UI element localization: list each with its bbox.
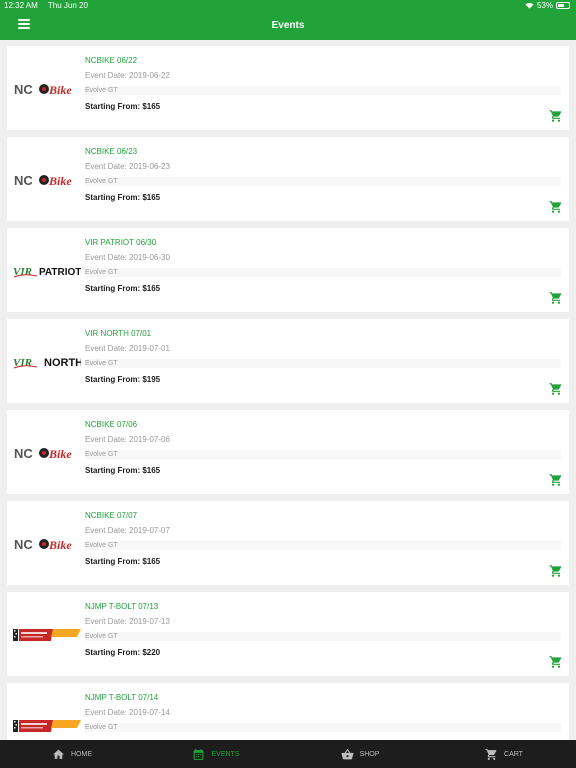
- njmp-tbolt-logo: [13, 629, 81, 641]
- event-organizer: Evolve GT: [85, 86, 561, 95]
- status-bar: 12:32 AM Thu Jun 20 53%: [0, 0, 576, 12]
- event-date: Event Date: 2019-07-13: [85, 617, 170, 626]
- add-to-cart-icon[interactable]: [549, 109, 563, 123]
- event-card[interactable]: NC Bike NCBIKE 07/07 Event Date: 2019-07…: [7, 501, 569, 585]
- event-price: Starting From: $165: [85, 284, 161, 293]
- battery-percent: 53%: [536, 1, 553, 10]
- event-title[interactable]: NJMP T-BOLT 07/13: [85, 602, 158, 611]
- event-title[interactable]: NCBIKE 06/22: [85, 56, 137, 65]
- event-card[interactable]: NC Bike NCBIKE 07/06 Event Date: 2019-07…: [7, 410, 569, 494]
- wifi-icon: [525, 3, 534, 9]
- svg-text:Bike: Bike: [48, 538, 72, 552]
- event-price: Starting From: $195: [85, 375, 161, 384]
- tab-events[interactable]: EVENTS: [144, 740, 288, 768]
- home-icon: [53, 749, 64, 759]
- event-date: Event Date: 2019-06-30: [85, 253, 170, 262]
- event-title[interactable]: NCBIKE 07/07: [85, 511, 137, 520]
- ncbike-logo: NC Bike: [14, 173, 72, 188]
- calendar-icon: [194, 748, 204, 760]
- njmp-tbolt-logo: [13, 720, 81, 732]
- battery-icon: [556, 2, 570, 9]
- event-price: Starting From: $165: [85, 102, 161, 111]
- event-date: Event Date: 2019-06-23: [85, 162, 170, 171]
- bottom-tab-bar: HOME EVENTS SHOP CART: [0, 740, 576, 768]
- event-card[interactable]: VIR PATRIOT VIR PATRIOT 06/30 Event Date…: [7, 228, 569, 312]
- page-title: Events: [271, 20, 305, 31]
- tab-shop[interactable]: SHOP: [288, 740, 432, 768]
- status-time: 12:32 AM: [4, 1, 38, 10]
- event-date: Event Date: 2019-06-22: [85, 71, 170, 80]
- event-card[interactable]: VIR NORTH VIR NORTH 07/01 Event Date: 20…: [7, 319, 569, 403]
- add-to-cart-icon[interactable]: [549, 473, 563, 487]
- event-price: Starting From: $220: [85, 648, 161, 657]
- event-title[interactable]: VIR PATRIOT 06/30: [85, 238, 156, 247]
- event-card[interactable]: NJMP T-BOLT 07/13 Event Date: 2019-07-13…: [7, 592, 569, 676]
- tab-label: CART: [504, 750, 523, 758]
- svg-text:Bike: Bike: [48, 83, 72, 97]
- svg-text:NC: NC: [14, 82, 33, 97]
- event-organizer: Evolve GT: [85, 268, 561, 277]
- event-date: Event Date: 2019-07-01: [85, 344, 170, 353]
- event-organizer: Evolve GT: [85, 450, 561, 459]
- svg-text:NC: NC: [14, 446, 33, 461]
- event-title[interactable]: NCBIKE 07/06: [85, 420, 137, 429]
- svg-text:Bike: Bike: [48, 174, 72, 188]
- event-date: Event Date: 2019-07-14: [85, 708, 170, 717]
- event-organizer: Evolve GT: [85, 359, 561, 368]
- ncbike-logo: NC Bike: [14, 537, 72, 552]
- event-organizer: Evolve GT: [85, 541, 561, 550]
- app-header: 12:32 AM Thu Jun 20 53% Events: [0, 0, 576, 40]
- events-list[interactable]: NC Bike NCBIKE 06/22 Event Date: 2019-06…: [0, 40, 576, 740]
- basket-icon: [341, 748, 354, 759]
- tab-home[interactable]: HOME: [0, 740, 144, 768]
- event-price: Starting From: $165: [85, 193, 161, 202]
- event-card[interactable]: NC Bike NCBIKE 06/22 Event Date: 2019-06…: [7, 46, 569, 130]
- event-date: Event Date: 2019-07-07: [85, 526, 170, 535]
- ncbike-logo: NC Bike: [14, 82, 72, 97]
- svg-text:Bike: Bike: [48, 447, 72, 461]
- event-price: Starting From: $165: [85, 557, 161, 566]
- event-date: Event Date: 2019-07-06: [85, 435, 170, 444]
- svg-text:NC: NC: [14, 173, 33, 188]
- ncbike-logo: NC Bike: [14, 446, 72, 461]
- tab-cart[interactable]: CART: [432, 740, 576, 768]
- add-to-cart-icon[interactable]: [549, 564, 563, 578]
- cart-icon: [485, 748, 497, 760]
- event-organizer: Evolve GT: [85, 177, 561, 186]
- event-card[interactable]: NJMP T-BOLT 07/14 Event Date: 2019-07-14…: [7, 683, 569, 740]
- tab-label: EVENTS: [211, 750, 240, 758]
- event-organizer: Evolve GT: [85, 723, 561, 732]
- add-to-cart-icon[interactable]: [549, 655, 563, 669]
- tab-label: SHOP: [359, 750, 380, 758]
- status-date: Thu Jun 20: [47, 1, 88, 10]
- add-to-cart-icon[interactable]: [549, 291, 563, 305]
- vir-patriot-logo: VIR PATRIOT: [13, 266, 81, 278]
- vir-north-logo: VIR NORTH: [13, 357, 81, 369]
- event-title[interactable]: NCBIKE 06/23: [85, 147, 137, 156]
- event-price: Starting From: $165: [85, 466, 161, 475]
- tab-label: HOME: [71, 750, 92, 758]
- event-title[interactable]: VIR NORTH 07/01: [85, 329, 151, 338]
- svg-text:NORTH: NORTH: [44, 357, 81, 369]
- add-to-cart-icon[interactable]: [549, 200, 563, 214]
- svg-text:PATRIOT: PATRIOT: [39, 267, 81, 278]
- add-to-cart-icon[interactable]: [549, 382, 563, 396]
- event-organizer: Evolve GT: [85, 632, 561, 641]
- svg-text:NC: NC: [14, 537, 33, 552]
- event-title[interactable]: NJMP T-BOLT 07/14: [85, 693, 158, 702]
- event-card[interactable]: NC Bike NCBIKE 06/23 Event Date: 2019-06…: [7, 137, 569, 221]
